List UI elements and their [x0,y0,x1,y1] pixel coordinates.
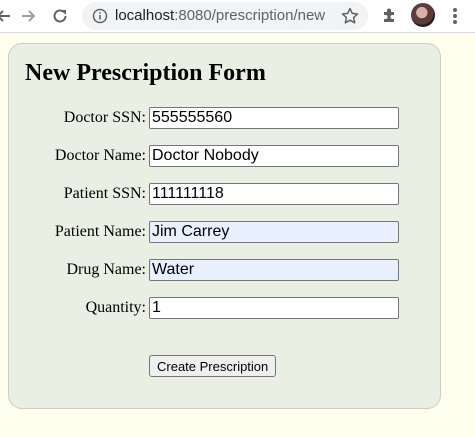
drug-name-row: Drug Name: [9,259,440,281]
drug-name-label: Drug Name: [66,261,146,278]
url-host: localhost [115,7,175,24]
doctor-ssn-label: Doctor SSN: [63,109,146,126]
back-arrow-icon[interactable] [0,4,16,28]
quantity-row: Quantity: [9,297,440,319]
browser-toolbar: localhost:8080/prescription/new [0,0,475,33]
doctor-ssn-input[interactable] [149,107,399,129]
reload-icon[interactable] [48,4,72,28]
quantity-label: Quantity: [85,299,146,316]
create-prescription-button[interactable]: Create Prescription [149,355,277,377]
url-text: localhost:8080/prescription/new [115,7,325,24]
patient-name-label: Patient Name: [54,223,146,240]
address-bar[interactable]: localhost:8080/prescription/new [82,2,368,30]
quantity-input[interactable] [149,297,399,319]
prescription-form: New Prescription Form Doctor SSN: Doctor… [8,43,441,409]
more-menu-icon[interactable] [452,5,458,27]
url-path: :8080/prescription/new [174,7,326,24]
patient-name-row: Patient Name: [9,221,440,243]
patient-ssn-label: Patient SSN: [63,185,146,202]
forward-arrow-icon[interactable] [16,4,40,28]
patient-name-input[interactable] [149,221,399,243]
patient-ssn-row: Patient SSN: [9,183,440,205]
doctor-name-label: Doctor Name: [54,147,146,164]
patient-ssn-input[interactable] [149,183,399,205]
form-title: New Prescription Form [25,60,266,86]
drug-name-input[interactable] [149,259,399,281]
avatar[interactable] [411,3,435,27]
star-icon[interactable] [340,6,360,26]
site-info-icon[interactable] [92,8,108,24]
extensions-icon[interactable] [380,6,400,26]
doctor-name-row: Doctor Name: [9,145,440,167]
doctor-name-input[interactable] [149,145,399,167]
doctor-ssn-row: Doctor SSN: [9,107,440,129]
